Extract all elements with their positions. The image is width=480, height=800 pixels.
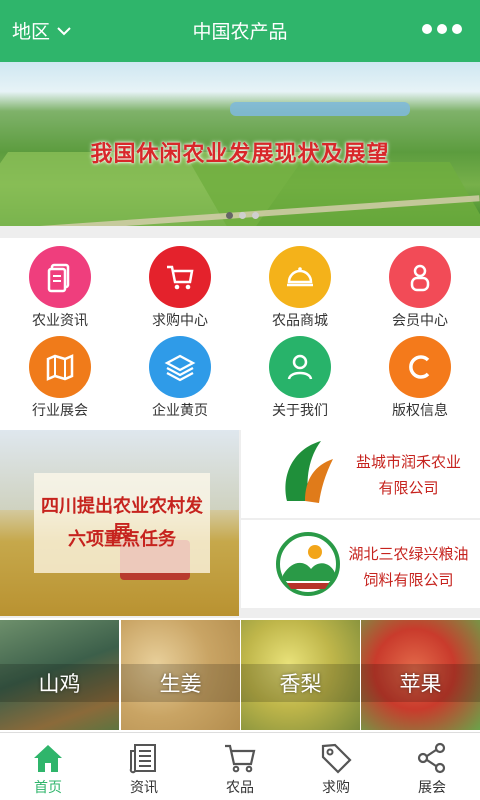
category-about-us[interactable]: 关于我们 xyxy=(240,330,360,420)
product-label: 生姜 xyxy=(121,664,240,702)
company-name-line1: 盐城市润禾农业 xyxy=(355,453,461,471)
company-card[interactable]: 湖北三农绿兴粮油 饲料有限公司 xyxy=(241,520,480,608)
cart-icon xyxy=(225,744,256,773)
tab-label: 展会 xyxy=(418,780,446,796)
banner-image xyxy=(230,102,410,116)
tab-home[interactable]: 首页 xyxy=(0,733,96,800)
category-agri-news[interactable]: 农业资讯 xyxy=(0,240,120,330)
category-grid: 农业资讯 求购中心 农品商城 会员中心 行业展会 企业黄页 关于我们 版权信息 xyxy=(0,240,480,428)
divider xyxy=(0,226,480,238)
carousel-dot[interactable] xyxy=(226,212,233,219)
carousel-dots[interactable] xyxy=(226,212,259,219)
tab-purchase[interactable]: 求购 xyxy=(288,733,384,800)
category-label: 关于我们 xyxy=(272,403,328,419)
top-bar: 地区 中国农产品 xyxy=(0,0,480,62)
product-tile[interactable]: 香梨 xyxy=(241,620,360,730)
news-icon xyxy=(129,744,156,774)
document-icon xyxy=(29,246,91,308)
category-exhibitions[interactable]: 行业展会 xyxy=(0,330,120,420)
tab-products[interactable]: 农品 xyxy=(192,733,288,800)
product-tile[interactable]: 生姜 xyxy=(121,620,240,730)
category-member-center[interactable]: 会员中心 xyxy=(360,240,480,330)
company-name-line2: 饲料有限公司 xyxy=(363,571,454,589)
bottom-tab-bar: 首页 资讯 农品 求购 展会 xyxy=(0,732,480,800)
category-yellow-pages[interactable]: 企业黄页 xyxy=(120,330,240,420)
product-label: 苹果 xyxy=(361,664,480,702)
tab-label: 农品 xyxy=(226,780,254,796)
leaf-logo-icon xyxy=(285,441,333,503)
tab-news[interactable]: 资讯 xyxy=(96,733,192,800)
page-title: 中国农产品 xyxy=(192,21,288,43)
layers-icon xyxy=(149,336,211,398)
category-label: 企业黄页 xyxy=(152,403,208,419)
featured-news-title-line2: 六项重点任务 xyxy=(68,529,176,550)
company-name-line2: 有限公司 xyxy=(378,479,439,497)
category-label: 求购中心 xyxy=(152,313,208,329)
category-label: 行业展会 xyxy=(32,403,88,419)
category-label: 农业资讯 xyxy=(32,313,88,329)
hills-logo-icon xyxy=(276,532,340,596)
category-label: 版权信息 xyxy=(392,403,448,419)
product-label: 香梨 xyxy=(241,664,360,702)
tab-label: 求购 xyxy=(322,780,350,796)
carousel-dot[interactable] xyxy=(252,212,259,219)
category-purchase-center[interactable]: 求购中心 xyxy=(120,240,240,330)
tag-icon xyxy=(321,743,352,774)
category-label: 农品商城 xyxy=(272,313,328,329)
person-icon xyxy=(389,246,451,308)
copyright-c-icon xyxy=(389,336,451,398)
tab-label: 资讯 xyxy=(130,780,158,796)
map-book-icon xyxy=(29,336,91,398)
category-copyright[interactable]: 版权信息 xyxy=(360,330,480,420)
share-icon xyxy=(417,742,446,774)
product-tile[interactable]: 苹果 xyxy=(361,620,480,730)
carousel-dot[interactable] xyxy=(239,212,246,219)
banner-carousel[interactable]: 我国休闲农业发展现状及展望 xyxy=(0,62,480,226)
company-name-line1: 湖北三农绿兴粮油 xyxy=(348,545,469,563)
banner-headline: 我国休闲农业发展现状及展望 xyxy=(90,142,390,167)
cloche-icon xyxy=(269,246,331,308)
category-mall[interactable]: 农品商城 xyxy=(240,240,360,330)
home-icon xyxy=(34,745,62,772)
tab-label: 首页 xyxy=(34,780,62,796)
product-tile[interactable]: 山鸡 xyxy=(0,620,119,730)
category-label: 会员中心 xyxy=(392,313,448,329)
product-label: 山鸡 xyxy=(0,664,119,702)
user-chat-icon xyxy=(269,336,331,398)
more-dots-icon[interactable] xyxy=(422,24,462,34)
cart-icon xyxy=(149,246,211,308)
company-card[interactable]: 盐城市润禾农业 有限公司 xyxy=(241,430,480,518)
featured-news-card[interactable]: 四川提出农业农村发展 六项重点任务 xyxy=(0,430,239,616)
tab-exhibition[interactable]: 展会 xyxy=(384,733,480,800)
